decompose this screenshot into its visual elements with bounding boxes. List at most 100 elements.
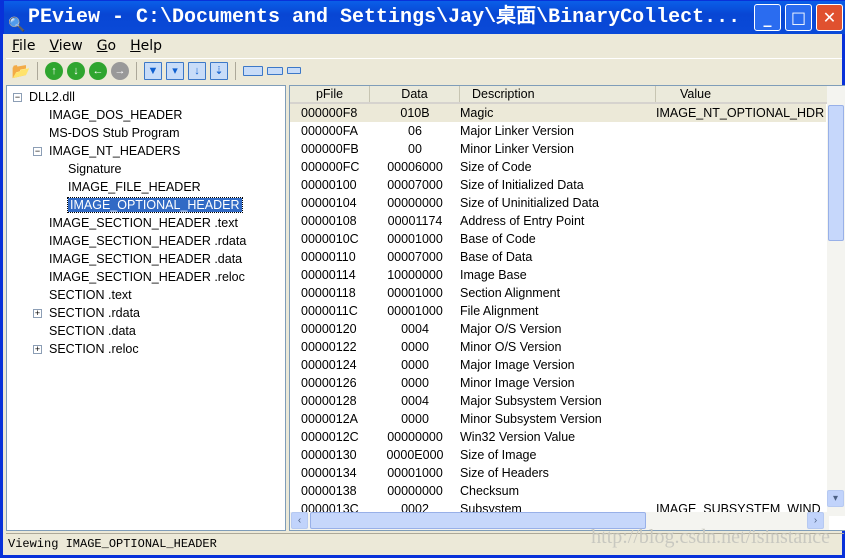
expand-toggle-icon[interactable]: − (33, 147, 42, 157)
table-row[interactable]: 000000FB 00 Minor Linker Version (290, 140, 826, 158)
pfile-cell: 0000012C (301, 430, 359, 444)
table-row[interactable]: 00000138 00000000 Checksum (290, 482, 826, 500)
maximize-button[interactable]: □ (785, 4, 812, 31)
dwords-view-icon[interactable] (287, 67, 301, 74)
expand-toggle-icon[interactable]: + (33, 345, 42, 355)
tree-item[interactable]: IMAGE_SECTION_HEADER .reloc (49, 268, 245, 286)
table-row[interactable]: 00000104 00000000 Size of Uninitialized Da… (290, 194, 826, 212)
table-row[interactable]: 00000122 0000 Minor O/S Version (290, 338, 826, 356)
value-cell (656, 122, 826, 140)
value-cell: IMAGE_NT_OPTIONAL_HDR (656, 106, 825, 120)
description-cell: Size of Image (460, 448, 537, 462)
forward-arrow-icon[interactable]: → (111, 61, 129, 80)
tree-item-label: IMAGE_NT_HEADERS (49, 144, 181, 158)
table-row[interactable]: 00000118 00001000 Section Alignment (290, 284, 826, 302)
expand-toggle-icon[interactable]: + (33, 309, 42, 319)
back-arrow-icon[interactable]: ← (89, 61, 107, 80)
pfile-cell: 0000011C (301, 304, 358, 318)
tree-item[interactable]: − IMAGE_NT_HEADERS (33, 142, 180, 160)
words-view-icon[interactable] (267, 66, 283, 75)
minimize-button[interactable]: _ (754, 4, 781, 31)
value-cell (656, 356, 826, 374)
bytes-view-icon[interactable] (243, 65, 263, 76)
tree-item[interactable]: + SECTION .reloc (33, 340, 139, 358)
description-cell: File Alignment (460, 304, 539, 318)
pfile-cell: 0000010C (301, 232, 359, 246)
pfile-cell: 0000012A (301, 412, 359, 426)
scroll-down-button[interactable]: ▾ (827, 490, 844, 507)
column-header-data[interactable]: Data (370, 86, 460, 102)
tree-item[interactable]: SECTION .text (49, 286, 132, 304)
menu-view[interactable]: View (43, 36, 90, 56)
table-row[interactable]: 0000011C 00001000 File Alignment (290, 302, 826, 320)
data-cell: 00001000 (387, 304, 443, 318)
description-cell: Section Alignment (460, 286, 561, 300)
expand-toggle-icon[interactable]: − (13, 93, 22, 103)
tree-item[interactable]: − DLL2.dll (13, 88, 75, 106)
vertical-scrollbar[interactable]: ▾ (827, 86, 845, 516)
table-row[interactable]: 0000012A 0000 Minor Subsystem Version (290, 410, 826, 428)
tree-item[interactable]: IMAGE_SECTION_HEADER .rdata (49, 232, 246, 250)
table-row[interactable]: 00000124 0000 Major Image Version (290, 356, 826, 374)
description-cell: Minor Linker Version (460, 142, 574, 156)
value-cell (656, 320, 826, 338)
data-cell: 00007000 (387, 250, 443, 264)
view-down-icon[interactable]: ↓ (188, 61, 206, 80)
menu-label: elp (140, 38, 163, 54)
structure-tree[interactable]: − DLL2.dll IMAGE_DOS_HEADER MS-DOS Stub Pro… (6, 85, 286, 531)
tree-item[interactable]: SECTION .data (49, 322, 136, 340)
table-row[interactable]: 00000114 10000000 Image Base (290, 266, 826, 284)
status-bar: Viewing IMAGE_OPTIONAL_HEADER http://blo… (6, 527, 844, 553)
description-cell: Size of Headers (460, 466, 549, 480)
view-envelope-icon[interactable]: ▾ (166, 61, 184, 80)
tree-item[interactable]: + SECTION .rdata (33, 304, 140, 322)
data-cell: 00000000 (387, 430, 443, 444)
table-row[interactable]: 000000F8 010B Magic IMAGE_NT_OPTIONAL_HDR (290, 104, 826, 122)
description-cell: Minor Image Version (460, 376, 575, 390)
table-row[interactable]: 0000010C 00001000 Base of Code (290, 230, 826, 248)
open-folder-icon[interactable]: 📂 (12, 62, 31, 80)
table-row[interactable]: 00000128 0004 Major Subsystem Version (290, 392, 826, 410)
tree-item[interactable]: IMAGE_DOS_HEADER (49, 106, 182, 124)
description-cell: Major O/S Version (460, 322, 562, 336)
table-row[interactable]: 00000108 00001174 Address of Entry Point (290, 212, 826, 230)
pfile-cell: 00000134 (301, 466, 357, 480)
tree-item-label: IMAGE_SECTION_HEADER .reloc (49, 270, 245, 284)
view-raw-icon[interactable]: ▼ (144, 61, 162, 80)
table-row[interactable]: 00000100 00007000 Size of Initialized Data (290, 176, 826, 194)
table-row[interactable]: 00000120 0004 Major O/S Version (290, 320, 826, 338)
column-header-pfile[interactable]: pFile (290, 86, 370, 102)
tree-item[interactable]: Signature (68, 160, 122, 178)
tree-item[interactable]: IMAGE_FILE_HEADER (68, 178, 201, 196)
table-row[interactable]: 000000FA 06 Major Linker Version (290, 122, 826, 140)
scroll-left-button[interactable]: ‹ (291, 512, 308, 529)
tree-item[interactable]: IMAGE_SECTION_HEADER .data (49, 250, 242, 268)
menu-file[interactable]: File (6, 36, 43, 56)
menu-help[interactable]: Help (124, 36, 170, 56)
down-arrow-icon[interactable]: ↓ (67, 61, 85, 80)
details-table: pFile Data Description Value 000000F8 010B Ma… (289, 85, 845, 531)
column-header-description[interactable]: Description (460, 86, 656, 102)
data-cell: 06 (408, 124, 422, 138)
table-row[interactable]: 0000012C 00000000 Win32 Version Value (290, 428, 826, 446)
table-row[interactable]: 00000110 00007000 Base of Data (290, 248, 826, 266)
up-arrow-icon[interactable]: ↑ (45, 61, 63, 80)
tree-item[interactable]: IMAGE_OPTIONAL_HEADER (67, 196, 243, 214)
table-row[interactable]: 00000134 00001000 Size of Headers (290, 464, 826, 482)
data-cell: 0000E000 (386, 448, 444, 462)
tree-item[interactable]: IMAGE_SECTION_HEADER .text (49, 214, 238, 232)
menu-go[interactable]: Go (91, 36, 124, 56)
table-row[interactable]: 000000FC 00006000 Size of Code (290, 158, 826, 176)
table-row[interactable]: 00000126 0000 Minor Image Version (290, 374, 826, 392)
value-cell (656, 158, 826, 176)
tree-item[interactable]: MS-DOS Stub Program (49, 124, 180, 142)
vertical-scroll-thumb[interactable] (828, 105, 844, 241)
view-down-alt-icon[interactable]: ⇣ (210, 61, 228, 80)
pfile-cell: 00000124 (301, 358, 357, 372)
column-header-value[interactable]: Value (656, 86, 830, 102)
close-button[interactable]: ✕ (816, 4, 843, 31)
table-row[interactable]: 00000130 0000E000 Size of Image (290, 446, 826, 464)
menu-accelerator: F (12, 38, 20, 54)
value-cell (656, 464, 826, 482)
data-cell: 0000 (401, 376, 429, 390)
